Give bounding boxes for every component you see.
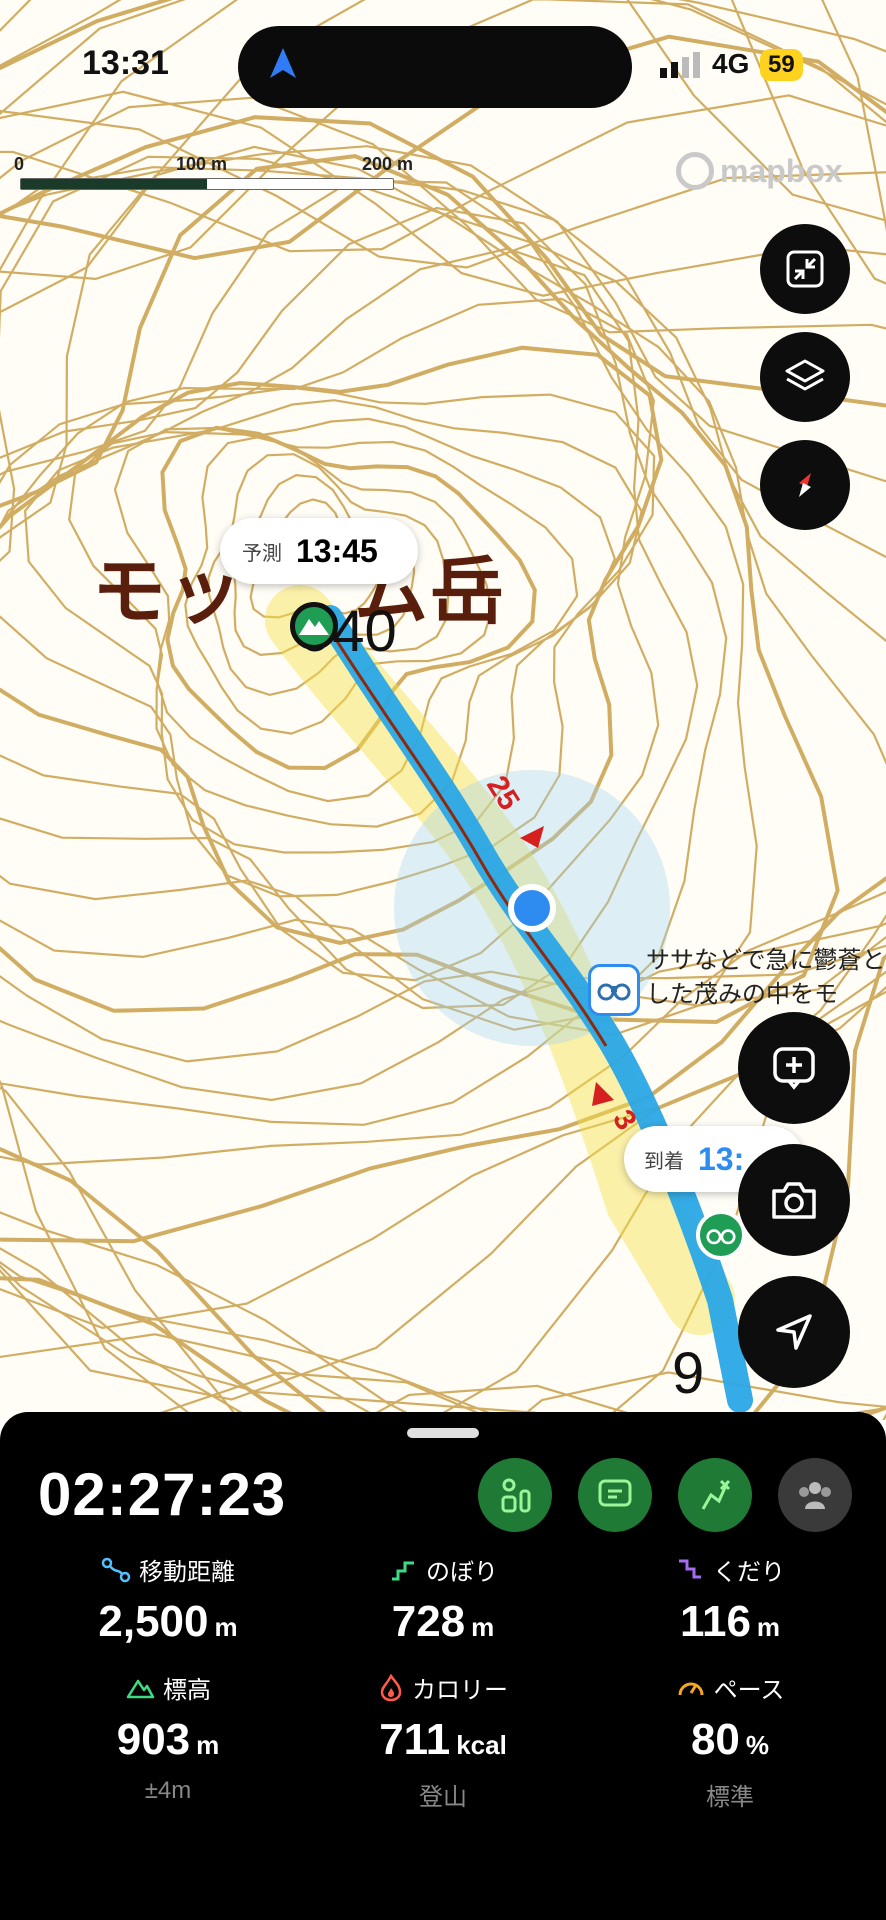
chat-note-icon — [598, 1479, 632, 1507]
mountain-outline-icon — [126, 1679, 155, 1698]
battery-level: 59 — [760, 49, 803, 81]
note-mode-button[interactable] — [578, 1458, 652, 1532]
expand-button[interactable] — [760, 224, 850, 314]
drag-handle[interactable] — [407, 1428, 479, 1438]
layers-icon — [785, 359, 825, 391]
forecast-time: 13:45 — [296, 532, 378, 569]
group-icon — [799, 1482, 831, 1509]
stat-unit: m — [196, 1730, 220, 1760]
current-location — [508, 884, 556, 932]
scale-bar — [20, 178, 394, 190]
viewpoint-marker[interactable] — [588, 964, 640, 1016]
navigation-arrow-icon — [776, 1314, 812, 1350]
forecast-bubble[interactable]: 予測 13:45 — [220, 518, 418, 584]
track-mode-button[interactable] — [678, 1458, 752, 1532]
stat-value: 116 — [679, 1597, 751, 1646]
route-points-icon — [501, 1478, 531, 1513]
stat-unit: m — [471, 1612, 495, 1642]
stat-value: 728 — [391, 1597, 466, 1646]
second-elevation: 9 — [672, 1341, 705, 1406]
track-edit-icon — [701, 1479, 731, 1510]
stat-label: くだり — [713, 1559, 785, 1586]
add-note-button[interactable] — [738, 1012, 850, 1124]
stat-sub: 標準 — [706, 1784, 754, 1811]
speedometer-icon — [678, 1682, 704, 1695]
mountain-icon — [299, 619, 329, 635]
binoculars-icon — [597, 983, 631, 1001]
stat-pace: ペース 80% 標準 — [590, 1670, 870, 1812]
status-time: 13:31 — [82, 44, 169, 82]
distance-icon — [101, 1557, 131, 1582]
stat-descent: くだり 116 m — [590, 1552, 870, 1647]
elapsed-time: 02:27:23 — [38, 1461, 287, 1528]
stat-ascent: のぼり 728 m — [303, 1552, 583, 1647]
compass-button[interactable] — [760, 440, 850, 530]
waypoint-marker[interactable] — [696, 1210, 746, 1260]
mapbox-attribution[interactable]: mapbox — [676, 152, 843, 190]
navigation-icon — [270, 48, 296, 78]
flame-icon — [380, 1673, 402, 1701]
stat-elevation: 標高 903 m ±4m — [28, 1670, 308, 1805]
trail-note: ササなどで急に鬱蒼とした茂みの中をモ — [646, 947, 886, 1008]
scale-label-200: 200 m — [362, 154, 414, 174]
stat-calories: カロリー 711 kcal 登山 — [303, 1670, 583, 1812]
scale-label-0: 0 — [14, 154, 25, 174]
scale-label-100: 100 m — [176, 154, 228, 174]
activity-panel: 02:27:23 移動距離 2,500 m のぼり 728 m くだり 116 … — [0, 1412, 886, 1920]
route-mode-button[interactable] — [478, 1458, 552, 1532]
stat-unit: % — [745, 1730, 770, 1760]
stat-value: 80 — [690, 1715, 740, 1764]
add-note-icon — [773, 1047, 815, 1090]
descent-icon — [679, 1559, 701, 1578]
camera-icon — [772, 1182, 816, 1219]
signal-icon — [660, 52, 700, 78]
stat-label: のぼり — [426, 1559, 498, 1586]
arrival-label: 到着 — [644, 1150, 684, 1173]
topo-map[interactable]: 25 3 13:31 4G 59 0 100 m 200 m mapbox モッ… — [0, 0, 886, 1420]
stat-value: 711 — [379, 1715, 451, 1764]
binoculars-icon — [706, 1229, 736, 1245]
stat-distance: 移動距離 2,500 m — [28, 1552, 308, 1647]
stat-value: 903 — [116, 1715, 191, 1764]
stat-sub: 登山 — [419, 1784, 467, 1811]
stat-label: カロリー — [412, 1677, 508, 1704]
compass-icon — [799, 473, 811, 497]
network-type: 4G — [712, 48, 750, 79]
forecast-label: 予測 — [242, 542, 282, 565]
expand-icon — [786, 250, 824, 288]
locate-button[interactable] — [738, 1276, 850, 1388]
stat-unit: m — [756, 1612, 781, 1642]
stat-sub: ±4m — [144, 1777, 192, 1804]
summit-marker[interactable] — [290, 602, 338, 650]
layers-button[interactable] — [760, 332, 850, 422]
camera-button[interactable] — [738, 1144, 850, 1256]
stat-label: ペース — [713, 1677, 785, 1704]
stat-value: 2,500 — [98, 1597, 209, 1646]
stat-unit: kcal — [456, 1730, 507, 1760]
group-mode-button[interactable] — [778, 1458, 852, 1532]
stat-label: 標高 — [163, 1677, 211, 1704]
stat-label: 移動距離 — [139, 1559, 235, 1586]
mapbox-logo-icon — [676, 152, 714, 190]
ascent-icon — [392, 1561, 414, 1580]
stat-unit: m — [214, 1612, 238, 1642]
arrival-time: 13: — [698, 1140, 745, 1177]
mapbox-label: mapbox — [720, 152, 843, 189]
